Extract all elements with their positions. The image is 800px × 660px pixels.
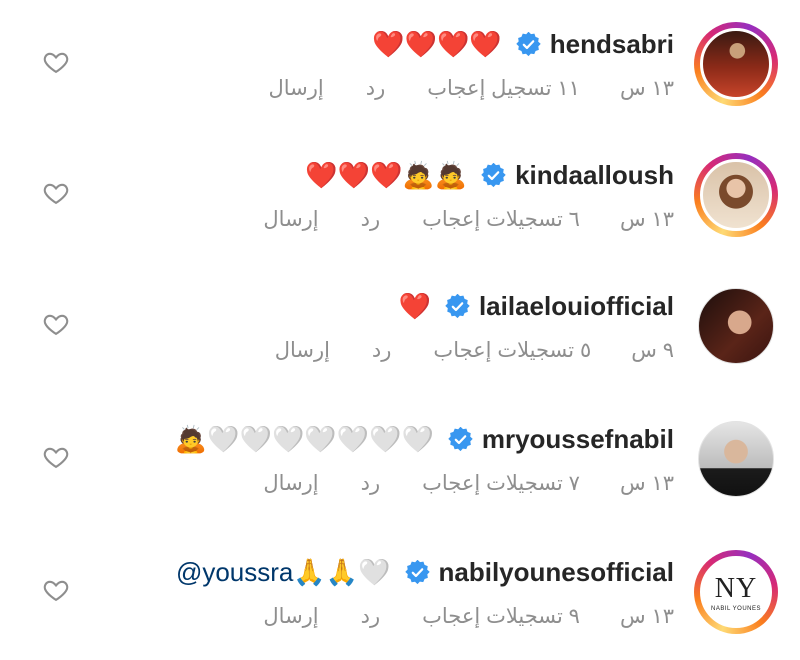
comment-emoji: ❤️❤️❤️❤️ [372,28,502,59]
comment-text: ❤️❤️❤️❤️ [372,29,502,60]
story-ring[interactable] [694,153,778,237]
comment-text: 🙇🤍🤍🤍🤍🤍🤍🤍 [175,424,434,455]
verified-badge-icon [516,31,541,56]
avatar[interactable] [700,28,772,100]
likes-count[interactable]: ٩ تسجيلات إعجاب [422,604,580,629]
comment-time[interactable]: ١٣ س [620,471,674,496]
logo-monogram: NY [714,573,758,604]
likes-count[interactable]: ١١ تسجيل إعجاب [427,76,580,101]
story-ring[interactable]: NY NABIL YOUNES [694,550,778,634]
username[interactable]: kindaalloush [515,160,674,191]
verified-badge-icon [404,559,430,584]
avatar[interactable] [698,288,774,364]
reply-button[interactable]: رد [361,207,381,232]
reply-button[interactable]: رد [361,471,381,496]
verified-badge-icon [481,162,506,187]
comment-header: mryoussefnabil 🙇🤍🤍🤍🤍🤍🤍🤍 [175,421,674,457]
heart-outline-icon[interactable] [42,310,70,338]
avatar-frame[interactable] [694,417,778,501]
comment-meta: ١٣ س ١١ تسجيل إعجاب رد إرسال [269,74,674,102]
comment-meta: ١٣ س ٦ تسجيلات إعجاب رد إرسال [263,205,674,233]
heart-outline-icon[interactable] [42,48,70,76]
comment-item: lailaelouiofficial ❤️ ٩ س ٥ تسجيلات إعجا… [0,262,800,394]
story-ring[interactable] [694,22,778,106]
comment-meta: ١٣ س ٧ تسجيلات إعجاب رد إرسال [263,469,674,497]
username[interactable]: lailaelouiofficial [479,291,674,322]
username[interactable]: nabilyounesofficial [439,557,675,588]
send-button[interactable]: إرسال [269,76,324,101]
comment-item: mryoussefnabil 🙇🤍🤍🤍🤍🤍🤍🤍 ١٣ س ٧ تسجيلات إ… [0,395,800,527]
username[interactable]: hendsabri [550,29,674,60]
comment-time[interactable]: ١٣ س [620,604,674,629]
comment-header: kindaalloush ❤️❤️❤️🙇🙇 [305,157,674,193]
comment-text: ❤️ [399,291,431,322]
comment-emoji: ❤️ [398,290,431,321]
send-button[interactable]: إرسال [263,604,318,629]
verified-badge-icon [448,426,473,451]
comment-header: nabilyounesofficial @youssra 🙏🙏🤍 [168,554,674,590]
comment-header: lailaelouiofficial ❤️ [399,288,674,324]
logo-subtitle: NABIL YOUNES [710,606,761,612]
reply-button[interactable]: رد [366,76,386,101]
send-button[interactable]: إرسال [263,207,318,232]
avatar[interactable] [700,159,772,231]
heart-outline-icon[interactable] [42,576,70,604]
comment-item: NY NABIL YOUNES nabilyounesofficial @you… [0,528,800,660]
send-button[interactable]: إرسال [275,338,330,363]
verified-badge-icon [445,293,470,318]
avatar[interactable] [698,421,774,497]
comment-header: hendsabri ❤️❤️❤️❤️ [372,26,674,62]
comment-meta: ٩ س ٥ تسجيلات إعجاب رد إرسال [275,336,674,364]
reply-button[interactable]: رد [361,604,381,629]
likes-count[interactable]: ٦ تسجيلات إعجاب [422,207,580,232]
comment-item: hendsabri ❤️❤️❤️❤️ ١٣ س ١١ تسجيل إعجاب ر… [0,0,800,132]
comment-time[interactable]: ١٣ س [620,207,674,232]
avatar[interactable]: NY NABIL YOUNES [700,556,772,628]
avatar-frame[interactable] [694,284,778,368]
comment-time[interactable]: ١٣ س [620,76,674,101]
comment-text: ❤️❤️❤️🙇🙇 [305,160,467,191]
comment-emoji: 🙏🙏🤍 [293,556,391,587]
heart-outline-icon[interactable] [42,443,70,471]
send-button[interactable]: إرسال [263,471,318,496]
comment-item: kindaalloush ❤️❤️❤️🙇🙇 ١٣ س ٦ تسجيلات إعج… [0,131,800,263]
comment-emoji: ❤️❤️❤️🙇🙇 [305,159,468,190]
likes-count[interactable]: ٥ تسجيلات إعجاب [433,338,591,363]
comment-text: @youssra 🙏🙏🤍 [168,557,391,588]
comment-meta: ١٣ س ٩ تسجيلات إعجاب رد إرسال [263,602,674,630]
comment-time[interactable]: ٩ س [631,338,674,363]
comment-emoji: 🙇🤍🤍🤍🤍🤍🤍🤍 [174,423,434,454]
reply-button[interactable]: رد [372,338,392,363]
likes-count[interactable]: ٧ تسجيلات إعجاب [422,471,580,496]
username[interactable]: mryoussefnabil [482,424,674,455]
heart-outline-icon[interactable] [42,179,70,207]
mention-link[interactable]: @youssra [176,557,293,588]
